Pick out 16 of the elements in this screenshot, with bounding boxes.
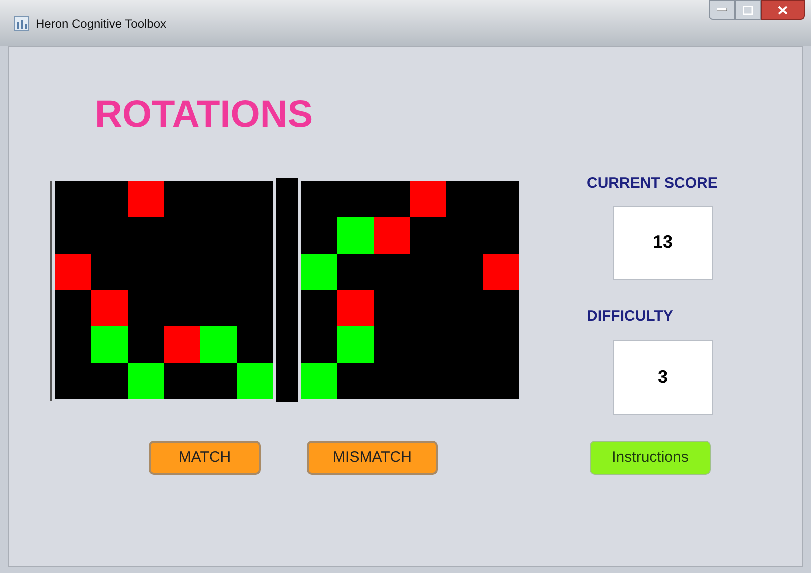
difficulty-label: DIFFICULTY bbox=[587, 306, 674, 326]
score-value: 13 bbox=[652, 231, 674, 254]
game-heading: ROTATIONS bbox=[95, 93, 314, 138]
close-button[interactable] bbox=[761, 0, 805, 20]
app-icon bbox=[14, 16, 30, 32]
score-label: CURRENT SCORE bbox=[587, 174, 718, 194]
answer-button[interactable]: MATCH bbox=[149, 441, 261, 475]
window-title: Heron Cognitive Toolbox bbox=[36, 16, 167, 32]
minimize-icon bbox=[717, 8, 727, 12]
difficulty-value: 3 bbox=[658, 366, 668, 389]
answer-button[interactable]: MISMATCH bbox=[307, 441, 438, 475]
maximize-button[interactable] bbox=[735, 0, 761, 20]
maximize-icon bbox=[743, 6, 753, 14]
minimize-button[interactable] bbox=[709, 0, 735, 20]
instructions-button[interactable]: Instructions bbox=[590, 441, 711, 475]
close-icon bbox=[778, 6, 788, 14]
